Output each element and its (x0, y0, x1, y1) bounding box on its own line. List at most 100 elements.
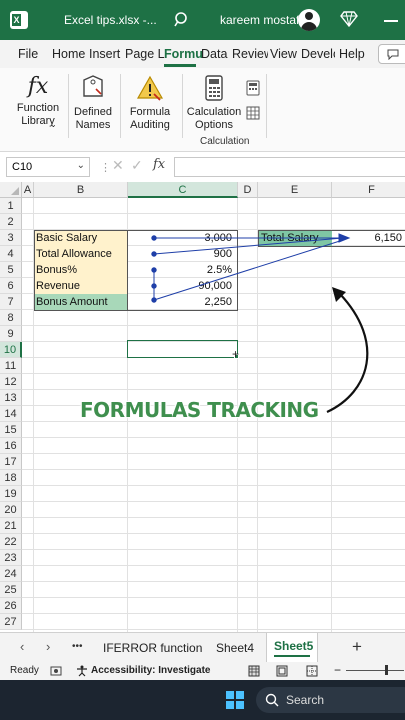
windows-start-icon[interactable] (226, 691, 244, 709)
ribbon-tabs: File Home Insert Page L Formu Data Revie… (0, 40, 405, 68)
status-bar: Ready Accessibility: Investigate − (0, 662, 405, 680)
page-layout-view-icon[interactable] (276, 665, 288, 677)
sheet-tabs-bar: ‹ › ••• IFERROR function Sheet4 Sheet5 + (0, 632, 405, 662)
tab-file[interactable]: File (18, 47, 38, 61)
row-header[interactable]: 13 (0, 390, 22, 406)
tab-home[interactable]: Home (52, 47, 85, 61)
name-box-value: C10 (12, 161, 33, 173)
calculator-icon (205, 75, 223, 101)
row-header[interactable]: 22 (0, 534, 22, 550)
normal-view-icon[interactable] (248, 665, 260, 677)
tag-icon (83, 75, 103, 97)
calculation-group-label: Calculation (200, 136, 250, 147)
function-library-button[interactable]: fx Function Library ⌄ (12, 74, 64, 129)
tab-help[interactable]: Help (339, 47, 365, 61)
sheet-tab-sheet5-label: Sheet5 (274, 639, 314, 653)
enter-icon[interactable]: ✓ (131, 157, 143, 174)
tab-data[interactable]: Data (201, 47, 227, 61)
calculate-sheet-icon[interactable] (246, 106, 260, 120)
row-header[interactable]: 19 (0, 486, 22, 502)
row-gridline (22, 581, 405, 582)
formula-auditing-label: Formula Auditing (129, 106, 171, 131)
add-sheet-button[interactable]: + (352, 637, 362, 657)
row-gridline (22, 453, 405, 454)
row-header[interactable]: 18 (0, 470, 22, 486)
comments-button[interactable] (378, 44, 405, 64)
warning-icon (136, 75, 164, 101)
row-header[interactable]: 24 (0, 566, 22, 582)
fx-icon: fx (27, 74, 49, 99)
avatar[interactable] (298, 9, 320, 31)
row-gridline (22, 613, 405, 614)
row-header[interactable]: 26 (0, 598, 22, 614)
macro-recording-icon[interactable] (50, 665, 62, 677)
calculation-options-button[interactable]: Calculation Options (186, 74, 242, 132)
defined-names-button[interactable]: Defined Names (70, 74, 116, 132)
row-header[interactable]: 25 (0, 582, 22, 598)
diamond-icon[interactable] (340, 11, 358, 27)
sheet-tab-sheet4[interactable]: Sheet4 (216, 641, 254, 655)
formula-input[interactable] (174, 157, 405, 177)
chevron-right-icon[interactable]: › (46, 639, 50, 654)
row-gridline (22, 469, 405, 470)
formulas-tracking-caption: FORMULAS TRACKING (80, 398, 319, 422)
row-header[interactable]: 17 (0, 454, 22, 470)
ribbon: fx Function Library ⌄ Defined Names Form… (0, 68, 405, 152)
formula-bar: C10 ⌄ ⋮ ✕ ✓ fx (0, 152, 405, 182)
page-break-view-icon[interactable] (306, 665, 318, 677)
formula-bar-divider: ⋮ (100, 162, 111, 174)
search-icon[interactable] (174, 12, 190, 28)
cancel-icon[interactable]: ✕ (112, 157, 124, 174)
ready-status: Ready (10, 665, 39, 676)
row-gridline (22, 485, 405, 486)
chevron-left-icon[interactable]: ‹ (20, 639, 24, 654)
row-header[interactable]: 16 (0, 438, 22, 454)
sheet-tab-iferror[interactable]: IFERROR function (103, 641, 202, 655)
tab-insert[interactable]: Insert (89, 47, 120, 61)
zoom-out-icon[interactable]: − (334, 663, 341, 677)
row-header[interactable]: 14 (0, 406, 22, 422)
taskbar: Search (0, 680, 405, 720)
row-gridline (22, 517, 405, 518)
row-gridline (22, 549, 405, 550)
zoom-slider-thumb[interactable] (385, 665, 388, 675)
row-header[interactable]: 15 (0, 422, 22, 438)
excel-app-icon[interactable]: X (10, 11, 28, 29)
tab-view[interactable]: View (270, 47, 297, 61)
search-icon (265, 693, 279, 707)
row-gridline (22, 437, 405, 438)
tab-developer[interactable]: Develo (301, 47, 335, 61)
zoom-slider-track[interactable] (346, 670, 404, 671)
more-sheets-button[interactable]: ••• (72, 641, 83, 652)
row-gridline (22, 501, 405, 502)
taskbar-search-label: Search (286, 693, 325, 707)
worksheet-grid[interactable]: A B C D E F 1 2 3 4 5 6 7 8 9 10 11 12 13 14 15 16 17 18 1… (0, 182, 405, 632)
calculation-options-label: Calculation Options (186, 106, 242, 131)
title-bar: X Excel tips.xlsx -... kareem mostafa (0, 0, 405, 40)
row-gridline (22, 597, 405, 598)
comment-icon (387, 49, 399, 60)
chevron-down-icon[interactable]: ⌄ (77, 157, 85, 175)
tab-formulas[interactable]: Formu (164, 47, 203, 61)
row-header[interactable]: 27 (0, 614, 22, 630)
calculate-now-icon[interactable] (246, 80, 260, 96)
name-box[interactable]: C10 ⌄ (6, 157, 90, 177)
row-gridline (22, 629, 405, 630)
row-header[interactable]: 23 (0, 550, 22, 566)
accessibility-icon[interactable] (76, 665, 88, 677)
formula-auditing-button[interactable]: Formula Auditing (122, 74, 178, 132)
accessibility-status[interactable]: Accessibility: Investigate (91, 665, 211, 676)
user-name: kareem mostafa (220, 13, 307, 27)
chevron-down-icon: ⌄ (50, 120, 57, 129)
defined-names-label: Defined Names (74, 106, 112, 131)
row-gridline (22, 565, 405, 566)
active-tab-underline (164, 64, 196, 67)
minimize-icon[interactable] (384, 20, 398, 22)
row-header[interactable]: 20 (0, 502, 22, 518)
tab-review[interactable]: Review (232, 47, 268, 61)
row-header[interactable]: 21 (0, 518, 22, 534)
taskbar-search-box[interactable]: Search (256, 687, 405, 713)
sheet-tab-sheet5[interactable]: Sheet5 (266, 633, 318, 662)
insert-function-icon[interactable]: fx (153, 157, 165, 172)
tab-page-layout[interactable]: Page L (125, 47, 165, 61)
